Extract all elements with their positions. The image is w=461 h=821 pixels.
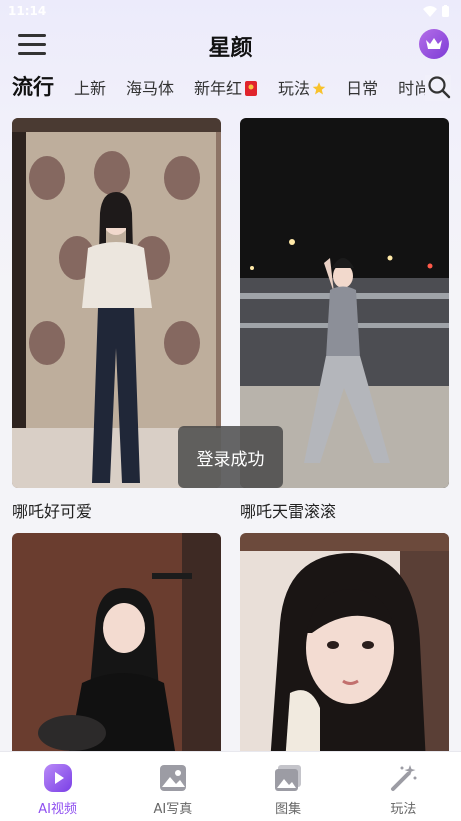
category-tabs: 流行 上新 海马体 新年红 玩法 日常 时尚: [0, 70, 461, 106]
video-thumbnail[interactable]: [12, 533, 221, 751]
play-icon: [43, 764, 72, 792]
tab-new-year-red[interactable]: 新年红: [194, 72, 258, 106]
magic-wand-icon: [391, 765, 417, 791]
video-card[interactable]: [12, 533, 221, 751]
tab-gameplay[interactable]: 玩法: [278, 72, 326, 106]
header: 星颜: [0, 22, 461, 68]
nav-gallery[interactable]: 图集: [231, 752, 346, 821]
video-title: 哪吒天雷滚滚: [240, 502, 337, 521]
red-envelope-icon: [245, 81, 258, 96]
toast-message: 登录成功: [178, 426, 283, 488]
status-time: 11:14: [8, 4, 47, 18]
tab-popular[interactable]: 流行: [12, 70, 54, 104]
bottom-nav: AI视频 AI写真 图集 玩法: [0, 751, 461, 821]
video-card[interactable]: [240, 533, 449, 751]
battery-icon: [442, 5, 449, 17]
app-title: 星颜: [208, 36, 253, 61]
gallery-icon: [275, 765, 302, 791]
status-bar: 11:14: [0, 0, 461, 22]
search-icon[interactable]: [425, 75, 451, 101]
video-title: 哪吒好可爱: [12, 502, 93, 521]
tab-daily[interactable]: 日常: [346, 72, 378, 106]
tab-new[interactable]: 上新: [74, 72, 106, 106]
video-thumbnail[interactable]: [240, 533, 449, 751]
tab-haimati[interactable]: 海马体: [126, 72, 174, 106]
photo-icon: [159, 765, 186, 791]
star-icon: [312, 82, 326, 95]
nav-gameplay[interactable]: 玩法: [346, 752, 461, 821]
vip-crown-icon[interactable]: [419, 29, 449, 59]
nav-ai-video[interactable]: AI视频: [0, 752, 115, 821]
nav-ai-portrait[interactable]: AI写真: [115, 752, 230, 821]
wifi-icon: [423, 5, 437, 17]
